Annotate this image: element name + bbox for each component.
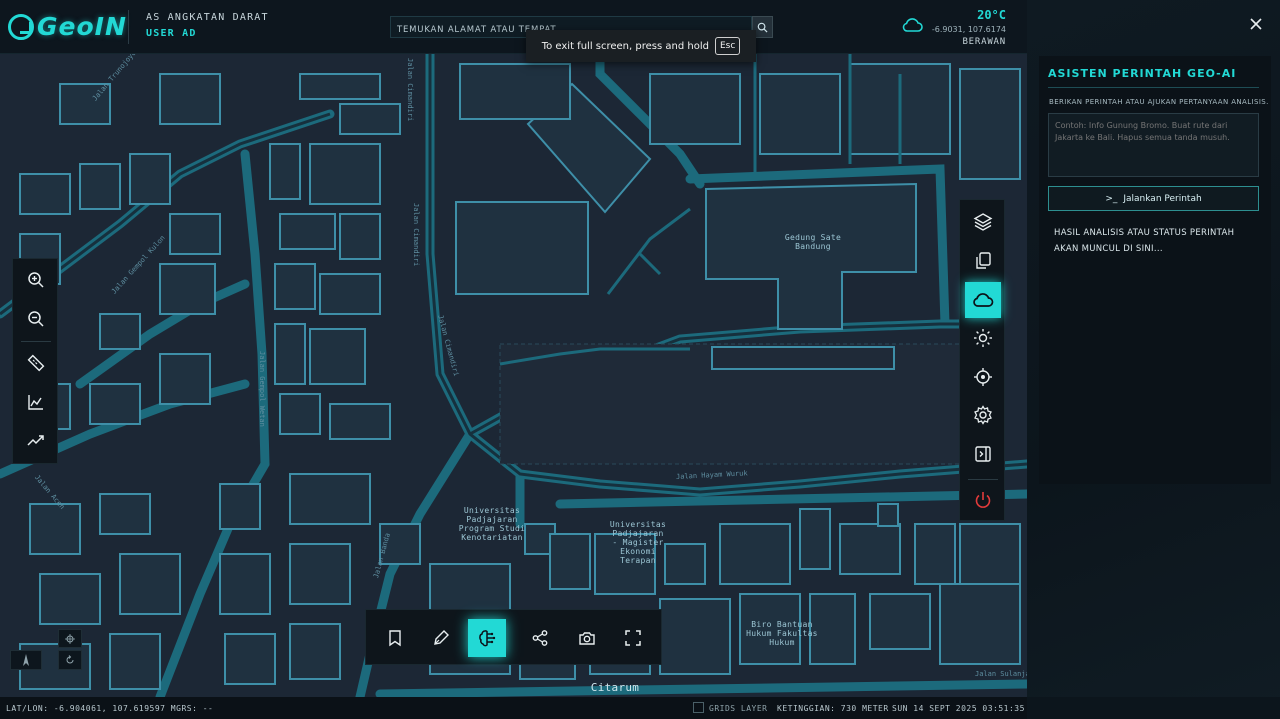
fullscreen-toast: To exit full screen, press and hold Esc	[526, 30, 756, 62]
right-toolbar	[959, 199, 1005, 521]
fullscreen-toast-key: Esc	[714, 37, 741, 55]
logo-text: GeoIN	[37, 12, 127, 41]
screenshot-button[interactable]	[568, 619, 606, 657]
panel-divider	[1048, 87, 1259, 88]
area-chart-icon	[28, 395, 43, 410]
fullscreen-button[interactable]	[614, 619, 652, 657]
draw-button[interactable]	[422, 619, 460, 657]
cloud-icon	[973, 293, 994, 307]
close-icon	[1250, 18, 1262, 30]
street-label-cimandiri-1: Jalan Cimandiri	[406, 58, 414, 122]
command-input[interactable]	[1048, 113, 1259, 177]
datetime-readout: SUN 14 SEPT 2025 03:51:35	[892, 704, 1025, 713]
bookmark-icon	[389, 630, 401, 647]
bookmark-button[interactable]	[376, 619, 414, 657]
power-icon	[975, 492, 991, 508]
weather-coords: -6.9031, 107.6174	[931, 25, 1006, 34]
street-label-cimandiri-2: Jalan Cimandiri	[412, 203, 420, 267]
share-button[interactable]	[521, 619, 559, 657]
weather-condition: BERAWAN	[962, 37, 1006, 47]
camera-icon	[579, 632, 595, 645]
analysis-result: HASIL ANALISIS ATAU STATUS PERINTAH AKAN…	[1054, 228, 1235, 254]
zoom-in-icon	[28, 272, 44, 288]
crosshair-icon	[974, 368, 992, 386]
copy-icon	[976, 252, 991, 269]
unit-title: AS ANGKATAN DARAT	[146, 12, 269, 23]
altitude-readout: KETINGGIAN: 730 METER	[777, 704, 889, 713]
locate-button[interactable]	[58, 629, 82, 648]
zoom-out-icon	[28, 311, 44, 327]
fullscreen-toast-text: To exit full screen, press and hold	[541, 40, 709, 52]
app-root: Gedung Sate Bandung Universitas Padjajar…	[0, 0, 1280, 719]
measure-button[interactable]	[25, 352, 47, 374]
street-label-sulanjana: Jalan Sulanjana	[975, 670, 1027, 678]
close-panel-button[interactable]	[1248, 16, 1264, 32]
geo-ai-button[interactable]	[468, 619, 506, 657]
share-icon	[532, 630, 548, 646]
rotate-icon	[66, 655, 74, 664]
pen-icon	[434, 630, 449, 645]
logo-mark-icon	[8, 13, 34, 40]
weather-layer-button[interactable]	[965, 282, 1001, 318]
panel-subtitle: BERIKAN PERINTAH ATAU AJUKAN PERTANYAAN …	[1049, 98, 1269, 106]
map-label-citarum[interactable]: Citarum	[580, 682, 650, 693]
fullscreen-icon	[625, 630, 641, 646]
map-label-biro-bantuan[interactable]: Biro Bantuan Hukum Fakultas Hukum	[742, 620, 822, 647]
street-label-gempol-wetan: Jalan Gempol Wetan	[258, 351, 266, 427]
compass-icon	[23, 654, 29, 666]
user-label: USER AD	[146, 28, 197, 39]
sun-icon	[974, 329, 992, 347]
search-icon	[757, 22, 768, 33]
map-label-gedung-sate[interactable]: Gedung Sate Bandung	[770, 233, 856, 251]
reset-rotation-button[interactable]	[58, 650, 82, 670]
gear-icon	[974, 405, 992, 425]
grids-layer-checkbox[interactable]	[693, 702, 704, 713]
weather-temperature: 20°C	[977, 8, 1006, 22]
app-logo[interactable]: GeoIN	[8, 12, 127, 41]
light-mode-button[interactable]	[965, 320, 1001, 356]
sidebar-toggle-icon	[975, 446, 991, 462]
grids-layer-label[interactable]: GRIDS LAYER	[709, 704, 767, 713]
right-toolbar-separator	[968, 479, 998, 480]
ruler-icon	[27, 354, 45, 372]
map-graphics	[0, 54, 1027, 697]
layers-icon	[973, 213, 993, 231]
elevation-profile-button[interactable]	[25, 391, 47, 413]
brain-ai-icon	[479, 630, 496, 647]
settings-button[interactable]	[965, 397, 1001, 433]
cursor-latlon: LAT/LON: -6.904061, 107.619597 MGRS: --	[6, 704, 214, 713]
logout-button[interactable]	[965, 482, 1001, 518]
layers-button[interactable]	[965, 204, 1001, 240]
copy-button[interactable]	[965, 243, 1001, 279]
crosshair-small-icon	[65, 633, 75, 644]
panel-title: ASISTEN PERINTAH GEO-AI	[1048, 67, 1237, 80]
status-bar: LAT/LON: -6.904061, 107.619597 MGRS: -- …	[0, 697, 1027, 719]
compass-button[interactable]	[10, 650, 42, 670]
left-toolbar	[12, 258, 58, 464]
map-label-unpad-kenotariatan[interactable]: Universitas Padjajaran Program Studi Ken…	[452, 506, 532, 542]
header-divider	[128, 10, 129, 44]
trend-icon	[27, 435, 44, 446]
map-canvas[interactable]: Gedung Sate Bandung Universitas Padjajar…	[0, 54, 1027, 697]
zoom-out-button[interactable]	[25, 308, 47, 330]
zoom-in-button[interactable]	[25, 269, 47, 291]
panel-footer	[1027, 697, 1280, 719]
trend-button[interactable]	[25, 429, 47, 451]
target-button[interactable]	[965, 359, 1001, 395]
bottom-toolbar	[365, 609, 662, 665]
top-header: GeoIN AS ANGKATAN DARAT USER AD 20°C -6.…	[0, 0, 1027, 54]
run-command-label: Jalankan Perintah	[1123, 193, 1202, 204]
left-toolbar-separator	[21, 341, 51, 342]
map-label-unpad-magister[interactable]: Universitas Padjajaran - Magister Ekonom…	[600, 520, 676, 565]
run-command-button[interactable]: >_ Jalankan Perintah	[1048, 186, 1259, 211]
toggle-panel-button[interactable]	[965, 436, 1001, 472]
terminal-icon: >_	[1105, 193, 1118, 204]
